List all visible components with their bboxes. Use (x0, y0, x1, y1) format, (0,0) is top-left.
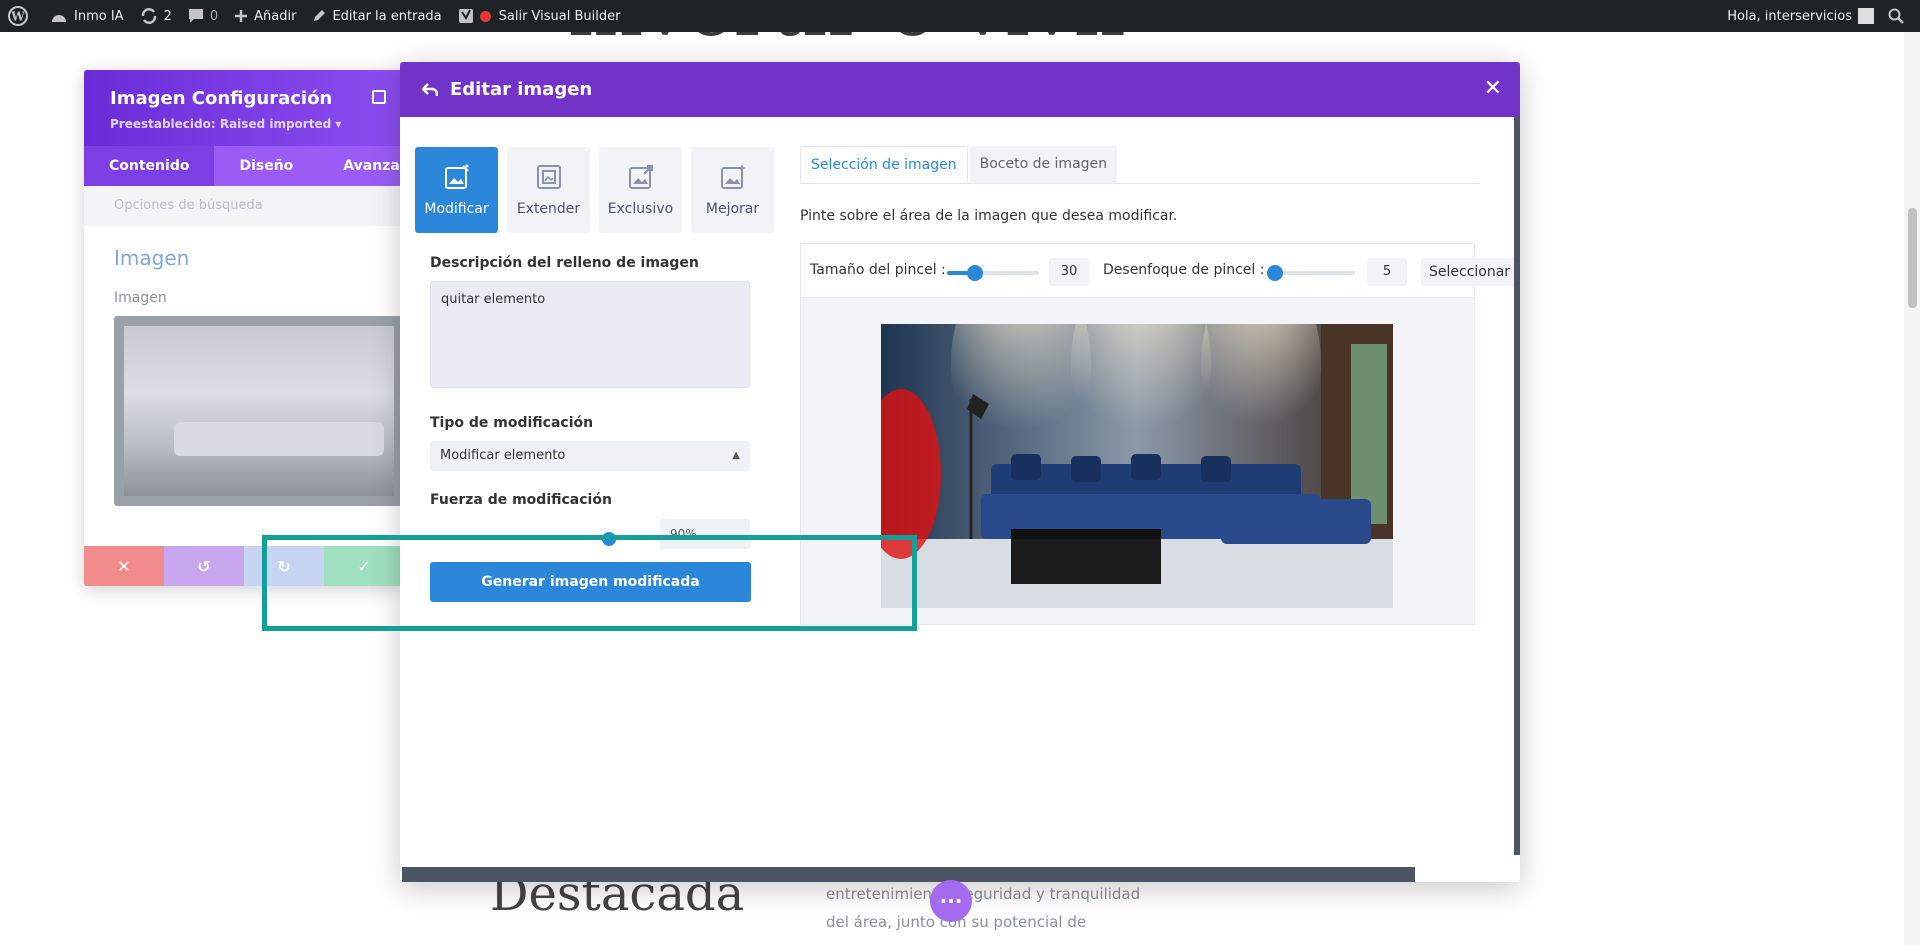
image-tabs: Selección de imagen Boceto de imagen (800, 146, 1480, 184)
mode-label: Extender (516, 201, 581, 217)
edit-mode-selector: Modificar Extender Exclusivo Mejorar (415, 147, 774, 233)
slider-knob[interactable] (1267, 265, 1283, 281)
brush-toolbar: Tamaño del pincel : 30 Desenfoque de pin… (801, 244, 1520, 298)
search-icon[interactable] (1888, 8, 1904, 24)
comment-icon (188, 9, 203, 23)
image-settings-panel: Imagen Configuración Preestablecido: Rai… (84, 70, 404, 586)
updates-link[interactable]: 2 (132, 0, 180, 32)
select-arrows-icon: ▲ (732, 450, 740, 461)
greeting-link[interactable]: Hola, interservicios (1727, 9, 1852, 24)
paint-instruction: Pinte sobre el área de la imagen que des… (800, 208, 1178, 224)
fill-description-input[interactable]: quitar elemento (430, 281, 750, 388)
modal-scrollbar[interactable] (1514, 117, 1520, 855)
brush-size-label: Tamaño del pincel : (810, 262, 946, 278)
wordpress-icon: W (8, 6, 28, 26)
mode-modificar[interactable]: Modificar (415, 147, 498, 233)
add-new-label: Añadir (254, 8, 297, 24)
options-search-input[interactable]: Opciones de búsqueda (84, 186, 404, 226)
editable-room-image[interactable] (881, 324, 1393, 608)
site-name-link[interactable]: Inmo IA (42, 0, 132, 32)
mode-label: Modificar (424, 201, 489, 217)
more-options-button[interactable]: ··· (930, 880, 972, 922)
tab-avanzado[interactable]: Avanzado (318, 146, 404, 186)
updates-icon (141, 8, 156, 24)
enhance-image-icon (720, 164, 746, 189)
mod-type-value: Modificar elemento (440, 448, 566, 463)
tab-image-sketch[interactable]: Boceto de imagen (969, 146, 1118, 183)
mod-type-label: Tipo de modificación (430, 415, 594, 431)
settings-title: Imagen Configuración (110, 88, 333, 109)
wordpress-logo-button[interactable]: W (0, 0, 42, 32)
exclusive-image-icon (628, 165, 653, 189)
mod-type-select[interactable]: Modificar elemento ▲ (430, 441, 750, 471)
background-text-line: entretenimiento, seguridad y tranquilida… (826, 885, 1141, 903)
room-thumbnail (124, 326, 394, 496)
tab-contenido[interactable]: Contenido (84, 146, 215, 186)
room-illustration (881, 324, 1393, 608)
edit-image-modal: Editar imagen ✕ Modificar Extender Exclu… (400, 62, 1520, 882)
add-new-link[interactable]: Añadir (226, 0, 304, 32)
mode-label: Mejorar (705, 201, 760, 217)
admin-bar: W Inmo IA 2 0 Añadir Editar la entrada S… (0, 0, 1920, 32)
group-title[interactable]: Imagen (114, 246, 374, 270)
close-icon[interactable]: ✕ (1484, 76, 1502, 101)
discard-button[interactable]: ✕ (84, 546, 164, 586)
recording-dot-icon (479, 10, 491, 22)
slider-knob[interactable] (967, 265, 983, 281)
comments-link[interactable]: 0 (180, 0, 226, 32)
brush-blur-slider[interactable] (1267, 265, 1355, 281)
brush-size-slider[interactable] (947, 265, 1039, 281)
settings-header[interactable]: Imagen Configuración Preestablecido: Rai… (84, 70, 404, 146)
fill-description-label: Descripción del relleno de imagen (430, 255, 699, 271)
back-arrow-icon[interactable] (422, 82, 438, 97)
pencil-icon (314, 10, 326, 21)
preset-selector[interactable]: Preestablecido: Raised imported ▾ (110, 117, 378, 131)
svg-text:W: W (10, 10, 25, 24)
brush-blur-label: Desenfoque de pincel : (1103, 262, 1265, 278)
modal-header: Editar imagen ✕ (400, 62, 1520, 117)
image-preview[interactable] (114, 316, 404, 506)
yoast-icon (458, 9, 473, 23)
expand-icon[interactable] (372, 90, 386, 104)
undo-button[interactable]: ↺ (164, 546, 244, 586)
tab-diseno[interactable]: Diseño (214, 146, 318, 186)
site-name: Inmo IA (74, 8, 124, 24)
avatar[interactable] (1858, 8, 1874, 24)
settings-tabs: Contenido Diseño Avanzado (84, 146, 404, 186)
comments-count: 0 (209, 8, 219, 24)
page-scrollbar-thumb[interactable] (1908, 208, 1917, 308)
image-option-group: Imagen Imagen (84, 226, 404, 526)
magic-image-icon (444, 164, 469, 189)
image-field-label: Imagen (114, 290, 167, 306)
sofa-shape (174, 422, 384, 456)
edit-post-link[interactable]: Editar la entrada (304, 0, 449, 32)
page-scrollbar[interactable] (1904, 32, 1920, 945)
plus-icon (235, 10, 248, 22)
modal-bottom-bar (402, 867, 1415, 882)
brush-size-input[interactable]: 30 (1049, 258, 1089, 286)
mode-mejorar[interactable]: Mejorar (691, 147, 774, 233)
strength-label: Fuerza de modificación (430, 492, 612, 508)
dashboard-icon (52, 15, 66, 22)
highlight-box (262, 535, 917, 631)
tab-image-selection[interactable]: Selección de imagen (800, 146, 968, 183)
exit-visual-builder-label[interactable]: Salir Visual Builder (499, 9, 621, 24)
modal-title: Editar imagen (450, 79, 593, 100)
select-button[interactable]: Seleccionar (1421, 258, 1520, 286)
mode-extender[interactable]: Extender (507, 147, 590, 233)
yoast-link[interactable]: Salir Visual Builder (450, 0, 629, 32)
brush-blur-input[interactable]: 5 (1367, 258, 1407, 286)
updates-count: 2 (163, 8, 172, 24)
edit-post-label: Editar la entrada (332, 8, 442, 24)
extend-image-icon (536, 165, 561, 189)
mode-label: Exclusivo (607, 201, 674, 217)
mode-exclusivo[interactable]: Exclusivo (599, 147, 682, 233)
